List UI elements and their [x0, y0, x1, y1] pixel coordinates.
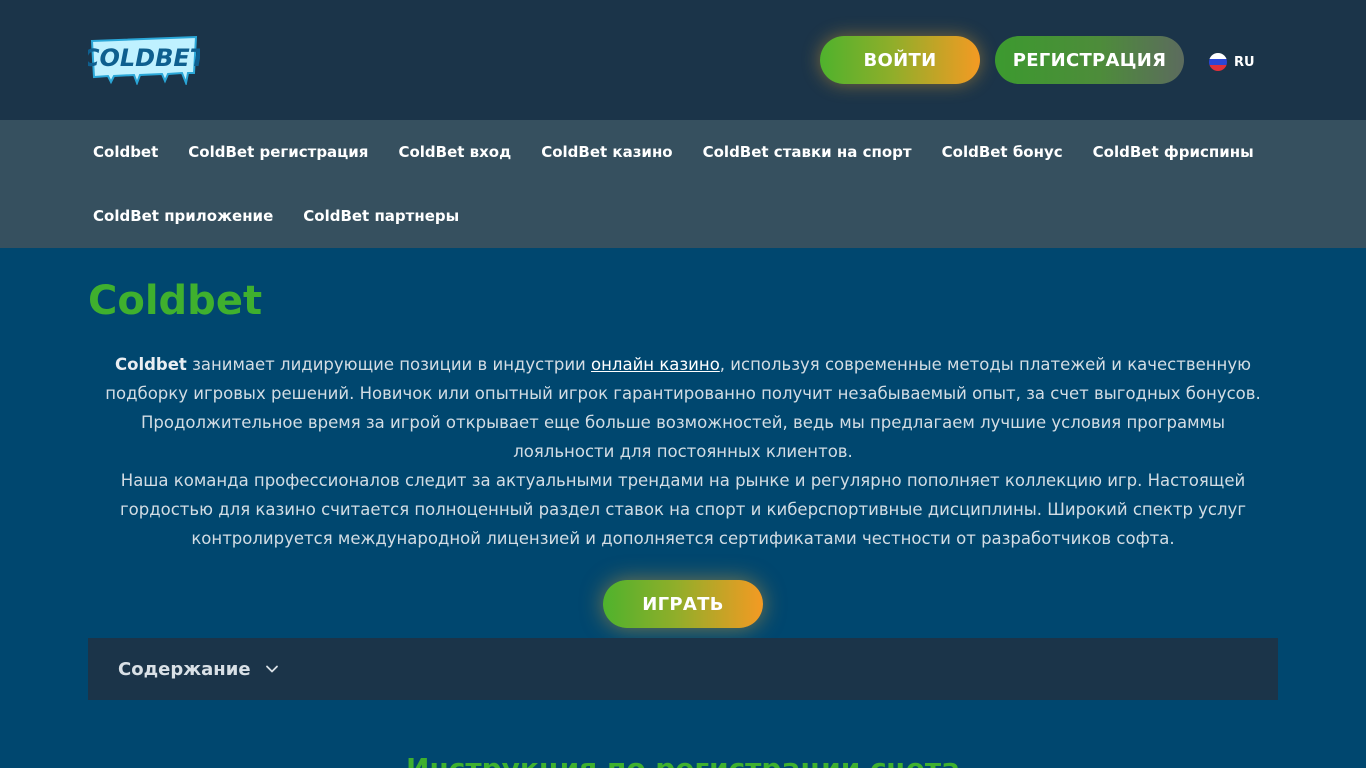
language-selector[interactable]: RU [1209, 52, 1255, 72]
play-button[interactable]: ИГРАТЬ [603, 580, 763, 628]
intro-brand: Coldbet [115, 355, 187, 374]
register-button[interactable]: РЕГИСТРАЦИЯ [995, 36, 1184, 84]
nav-item-casino[interactable]: ColdBet казино [526, 143, 687, 161]
main-navigation: Coldbet ColdBet регистрация ColdBet вход… [0, 120, 1366, 248]
nav-item-app[interactable]: ColdBet приложение [78, 207, 288, 225]
nav-row-1: Coldbet ColdBet регистрация ColdBet вход… [78, 120, 1269, 184]
russia-flag-icon [1209, 53, 1227, 71]
intro-text-start: занимает лидирующие позиции в индустрии [186, 355, 592, 374]
chevron-down-icon [265, 662, 279, 676]
logo-icon: COLDBET [88, 35, 200, 85]
login-button[interactable]: ВОЙТИ [820, 36, 980, 84]
nav-item-coldbet[interactable]: Coldbet [78, 143, 173, 161]
nav-item-partners[interactable]: ColdBet партнеры [288, 207, 474, 225]
page-title: Coldbet [88, 278, 263, 324]
nav-item-sports-betting[interactable]: ColdBet ставки на спорт [688, 143, 927, 161]
online-casino-link[interactable]: онлайн казино [591, 355, 720, 374]
nav-item-bonus[interactable]: ColdBet бонус [927, 143, 1078, 161]
nav-item-registration[interactable]: ColdBet регистрация [173, 143, 383, 161]
language-label: RU [1234, 54, 1255, 70]
nav-item-freespins[interactable]: ColdBet фриспины [1078, 143, 1269, 161]
toc-label: Содержание [118, 658, 251, 680]
table-of-contents-toggle[interactable]: Содержание [88, 638, 1278, 700]
section-title: Инструкция по регистрации счета [0, 752, 1366, 768]
coldbet-logo[interactable]: COLDBET [88, 33, 200, 85]
top-header: COLDBET ВОЙТИ РЕГИСТРАЦИЯ RU [0, 0, 1366, 120]
nav-item-login[interactable]: ColdBet вход [383, 143, 526, 161]
intro-paragraph: Coldbet занимает лидирующие позиции в ин… [88, 350, 1278, 466]
team-paragraph: Наша команда профессионалов следит за ак… [119, 471, 1246, 548]
logo-text: COLDBET [88, 44, 200, 72]
nav-row-2: ColdBet приложение ColdBet партнеры [78, 184, 474, 248]
